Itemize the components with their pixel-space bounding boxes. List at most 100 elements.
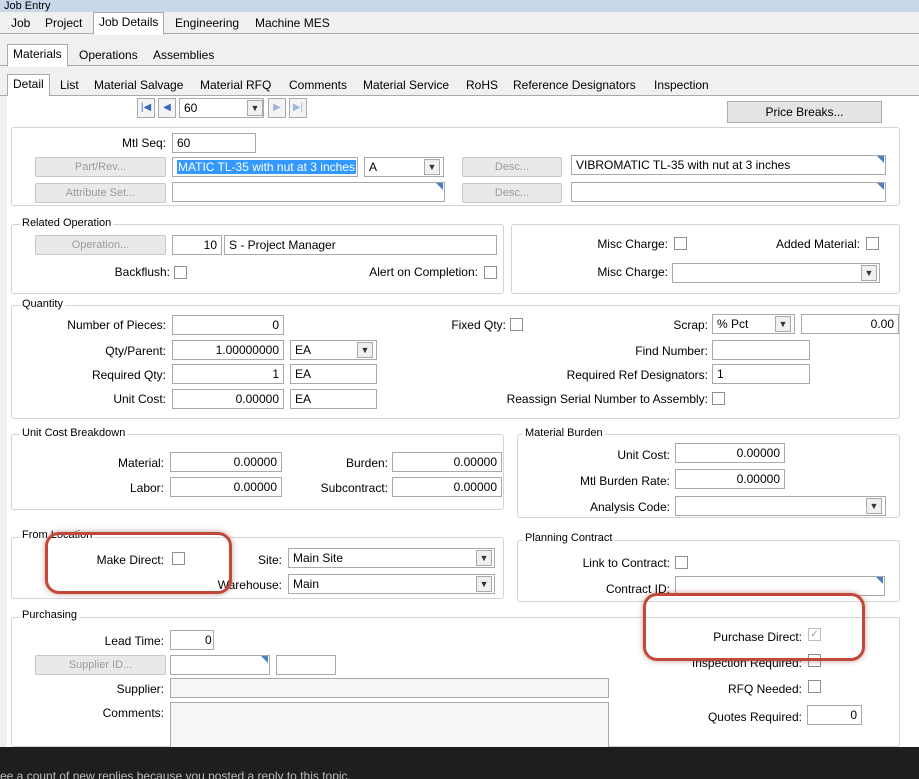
unit-cost-breakdown-group (11, 434, 504, 510)
find-number-field[interactable] (712, 340, 810, 360)
number-of-pieces-field[interactable]: 0 (172, 315, 284, 335)
tab-assemblies[interactable]: Assemblies (148, 46, 219, 66)
added-material-label: Added Material: (775, 237, 860, 251)
tab-material-rfq[interactable]: Material RFQ (195, 76, 276, 96)
tab-detail[interactable]: Detail (7, 74, 50, 97)
chevron-down-icon[interactable]: ▼ (476, 550, 492, 566)
tab-job[interactable]: Job (6, 14, 35, 34)
analysis-code-select[interactable] (675, 496, 886, 516)
chevron-down-icon[interactable]: ▼ (861, 265, 877, 281)
tab-engineering[interactable]: Engineering (170, 14, 244, 34)
warehouse-select[interactable]: Main (288, 574, 495, 594)
subcontract-cost-field[interactable]: 0.00000 (392, 477, 502, 497)
misc-charge-select[interactable] (672, 263, 880, 283)
tab-material-service[interactable]: Material Service (358, 76, 454, 96)
tab-job-details[interactable]: Job Details (93, 12, 165, 35)
purchasing-title: Purchasing (20, 609, 80, 621)
required-ref-designators-field[interactable]: 1 (712, 364, 810, 384)
mtl-seq-field[interactable]: 60 (172, 133, 256, 153)
operation-desc-field[interactable]: S - Project Manager (224, 235, 497, 255)
unit-cost-uom[interactable]: EA (290, 389, 377, 409)
part-rev-button[interactable]: Part/Rev... (35, 157, 166, 177)
comments-field[interactable] (170, 702, 609, 748)
lead-time-label: Lead Time: (104, 634, 164, 648)
attribute-desc-field[interactable] (571, 182, 886, 202)
added-material-checkbox[interactable] (866, 237, 879, 250)
link-to-contract-label: Link to Contract: (582, 556, 670, 570)
attribute-set-field[interactable] (172, 182, 445, 202)
tab-reference-designators[interactable]: Reference Designators (508, 76, 641, 96)
main-tab-strip: Job Project Job Details Engineering Mach… (0, 12, 919, 35)
link-to-contract-checkbox[interactable] (675, 556, 688, 569)
tab-machine-mes[interactable]: Machine MES (250, 14, 335, 34)
supplier-id-field[interactable] (170, 655, 270, 675)
description-field[interactable]: VIBROMATIC TL-35 with nut at 3 inches (571, 155, 886, 175)
desc-button[interactable]: Desc... (462, 157, 562, 177)
status-strip: ee a count of new replies because you po… (0, 747, 919, 779)
scrap-label: Scrap: (673, 318, 708, 332)
tab-list[interactable]: List (55, 76, 84, 96)
required-qty-field[interactable]: 1 (172, 364, 284, 384)
tab-inspection[interactable]: Inspection (649, 76, 714, 96)
scrap-value-field[interactable]: 0.00 (801, 314, 899, 334)
rfq-needed-checkbox[interactable] (808, 680, 821, 693)
tab-rohs[interactable]: RoHS (461, 76, 503, 96)
chevron-down-icon[interactable]: ▼ (424, 159, 440, 175)
nav-prev-button[interactable]: ◀ (158, 98, 176, 118)
misc-charge-group (511, 224, 900, 294)
lead-time-field[interactable]: 0 (170, 630, 214, 650)
burden-cost-field[interactable]: 0.00000 (392, 452, 502, 472)
tab-comments[interactable]: Comments (284, 76, 352, 96)
nav-last-button[interactable]: ▶| (289, 98, 307, 118)
tab-materials[interactable]: Materials (7, 44, 68, 67)
number-of-pieces-label: Number of Pieces: (67, 318, 166, 332)
price-breaks-button[interactable]: Price Breaks... (727, 101, 882, 123)
alert-on-completion-checkbox[interactable] (484, 266, 497, 279)
site-select[interactable]: Main Site (288, 548, 495, 568)
chevron-down-icon[interactable]: ▼ (775, 316, 791, 332)
sub-tab-strip: Materials Operations Assemblies (0, 44, 919, 67)
tab-material-salvage[interactable]: Material Salvage (89, 76, 188, 96)
quotes-required-field[interactable]: 0 (807, 705, 862, 725)
part-field[interactable]: MATIC TL-35 with nut at 3 inches (172, 157, 358, 177)
find-number-label: Find Number: (635, 344, 708, 358)
chevron-down-icon[interactable]: ▼ (247, 100, 263, 116)
window-title: Job Entry (0, 0, 919, 12)
supplier-field[interactable] (170, 678, 609, 698)
material-cost-field[interactable]: 0.00000 (170, 452, 282, 472)
reassign-serial-checkbox[interactable] (712, 392, 725, 405)
comments-label: Comments: (102, 706, 164, 720)
backflush-checkbox[interactable] (174, 266, 187, 279)
misc-charge-checkbox[interactable] (674, 237, 687, 250)
supplier-id-extra-field[interactable] (276, 655, 336, 675)
chevron-down-icon[interactable]: ▼ (476, 576, 492, 592)
quantity-title: Quantity (20, 298, 65, 310)
mtl-burden-rate-field[interactable]: 0.00000 (675, 469, 785, 489)
purchase-direct-highlight (643, 593, 865, 661)
unit-cost-field[interactable]: 0.00000 (172, 389, 284, 409)
nav-next-button[interactable]: ▶ (268, 98, 286, 118)
nav-first-button[interactable]: |◀ (137, 98, 155, 118)
supplier-id-button[interactable]: Supplier ID... (35, 655, 166, 675)
fixed-qty-checkbox[interactable] (510, 318, 523, 331)
operation-button[interactable]: Operation... (35, 235, 166, 255)
operation-seq-field[interactable]: 10 (172, 235, 222, 255)
labor-cost-field[interactable]: 0.00000 (170, 477, 282, 497)
supplier-label: Supplier: (116, 682, 164, 696)
attribute-set-button[interactable]: Attribute Set... (35, 183, 166, 203)
tab-operations[interactable]: Operations (74, 46, 143, 66)
chevron-down-icon[interactable]: ▼ (357, 342, 373, 358)
alert-on-completion-label: Alert on Completion: (369, 265, 478, 279)
qty-parent-field[interactable]: 1.00000000 (172, 340, 284, 360)
burden-unit-cost-field[interactable]: 0.00000 (675, 443, 785, 463)
burden-cost-label: Burden: (345, 456, 388, 470)
tab-project[interactable]: Project (40, 14, 87, 34)
detail-tab-strip: Detail List Material Salvage Material RF… (0, 74, 919, 97)
make-direct-highlight (45, 532, 232, 594)
desc-button-2[interactable]: Desc... (462, 183, 562, 203)
related-operation-title: Related Operation (20, 217, 114, 229)
required-qty-uom[interactable]: EA (290, 364, 377, 384)
misc-charge-2-label: Misc Charge: (597, 265, 668, 279)
chevron-down-icon[interactable]: ▼ (866, 498, 882, 514)
corner-marker-icon (877, 156, 884, 163)
